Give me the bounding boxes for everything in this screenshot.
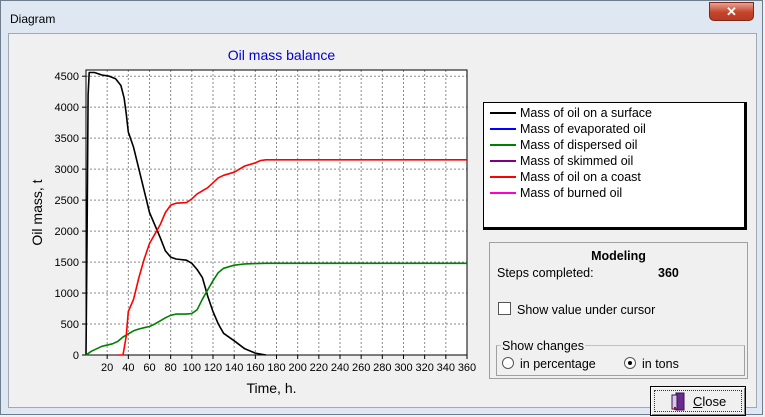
y-tick-label-3500: 3500 [55, 133, 79, 145]
radio-percentage-dot[interactable] [502, 357, 514, 369]
x-tick-label-360: 360 [458, 362, 476, 374]
x-tick-label-280: 280 [373, 362, 391, 374]
radio-percentage-label: in percentage [520, 357, 596, 371]
legend-label-5: Mass of burned oil [520, 186, 623, 200]
window-close-icon[interactable]: ✕ [709, 2, 754, 21]
y-tick-label-2000: 2000 [55, 226, 79, 238]
legend-swatch-1 [490, 128, 516, 130]
x-tick-label-240: 240 [331, 362, 349, 374]
x-tick-label-320: 320 [415, 362, 433, 374]
diagram-window: Diagram ✕ 0 500 1000 1500 2000 2500 3000 3500 40… [0, 0, 763, 416]
x-tick-label-100: 100 [183, 362, 201, 374]
x-tick-label-340: 340 [437, 362, 455, 374]
legend-swatch-0 [490, 112, 516, 114]
legend-label-0: Mass of oil on a surface [520, 106, 653, 120]
legend-swatch-2 [490, 144, 516, 146]
x-tick-label-40: 40 [122, 362, 134, 374]
x-tick-label-80: 80 [165, 362, 177, 374]
steps-completed-label: Steps completed: [497, 266, 594, 280]
y-tick-label-1000: 1000 [55, 288, 79, 300]
x-tick-label-60: 60 [143, 362, 155, 374]
oil-mass-chart: 0 500 1000 1500 2000 2500 3000 3500 4000 4500 20 40… [29, 47, 476, 396]
modeling-panel: Modeling Steps completed: 360 Show value… [489, 242, 748, 379]
dialog-client-area: 0 500 1000 1500 2000 2500 3000 3500 4000 4500 20 40… [8, 33, 757, 416]
show-value-checkbox-row[interactable]: Show value under cursor [498, 302, 655, 317]
radio-tons-label: in tons [642, 357, 679, 371]
x-tick-label-200: 200 [288, 362, 306, 374]
y-tick-label-500: 500 [61, 319, 79, 331]
radio-in-tons[interactable]: in tons [624, 357, 679, 371]
x-tick-label-220: 220 [310, 362, 328, 374]
x-axis-label: Time, h. [246, 380, 296, 396]
legend-label-2: Mass of dispersed oil [520, 138, 638, 152]
plot-area [86, 70, 467, 355]
close-button-label: Close [693, 394, 727, 409]
x-tick-label-20: 20 [101, 362, 113, 374]
show-changes-label: Show changes [501, 339, 586, 353]
y-axis-label: Oil mass, t [29, 179, 45, 245]
radio-tons-dot[interactable] [624, 357, 636, 369]
radio-in-percentage[interactable]: in percentage [502, 357, 596, 371]
x-tick-label-180: 180 [267, 362, 285, 374]
legend-label-3: Mass of skimmed oil [520, 154, 634, 168]
legend-label-4: Mass of oil on a coast [520, 170, 641, 184]
legend-swatch-5 [490, 192, 516, 194]
modeling-heading: Modeling [591, 249, 646, 263]
door-exit-icon [671, 392, 685, 411]
x-tick-label-120: 120 [204, 362, 222, 374]
x-tick-label-160: 160 [246, 362, 264, 374]
y-tick-label-3000: 3000 [55, 164, 79, 176]
chart-title: Oil mass balance [228, 47, 336, 63]
x-tick-label-260: 260 [352, 362, 370, 374]
legend-swatch-3 [490, 160, 516, 162]
title-bar: Diagram ✕ [1, 1, 762, 35]
chart-legend: Mass of oil on a surface Mass of evaporat… [483, 102, 747, 230]
y-tick-label-2500: 2500 [55, 195, 79, 207]
x-tick-label-140: 140 [225, 362, 243, 374]
window-title: Diagram [10, 12, 56, 26]
show-value-checkbox[interactable] [498, 302, 511, 315]
x-tick-label-300: 300 [394, 362, 412, 374]
y-tick-label-4000: 4000 [55, 102, 79, 114]
y-tick-label-4500: 4500 [55, 71, 79, 83]
steps-completed-value: 360 [658, 266, 679, 280]
close-button[interactable]: Close [650, 386, 746, 416]
y-tick-label-0: 0 [73, 350, 79, 362]
show-value-label: Show value under cursor [517, 303, 656, 317]
legend-label-1: Mass of evaporated oil [520, 122, 646, 136]
y-tick-label-1500: 1500 [55, 257, 79, 269]
legend-swatch-4 [490, 176, 516, 178]
